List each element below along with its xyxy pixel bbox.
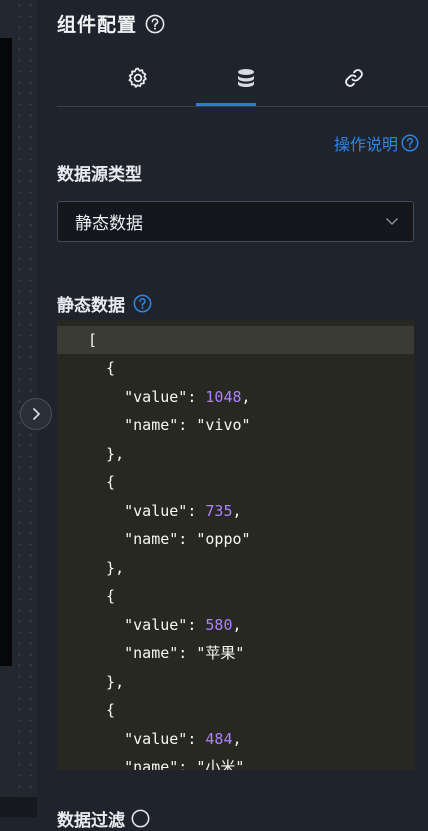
code-text: { xyxy=(88,701,116,719)
code-line: }, xyxy=(57,668,414,696)
config-panel: 组件配置 操作说明 数据源类型 静态数据 静态数据 [{"value": 1… xyxy=(37,0,428,831)
code-line: }, xyxy=(57,554,414,582)
code-text: { xyxy=(88,473,116,491)
help-icon xyxy=(401,134,419,152)
gear-icon xyxy=(128,67,147,88)
data-filter-header: 数据过滤 xyxy=(57,806,150,831)
code-line: "name": "苹果" xyxy=(57,639,414,667)
code-text: "name": "苹果" xyxy=(88,644,245,662)
link-icon xyxy=(345,69,363,87)
code-line: { xyxy=(57,582,414,610)
tab-settings[interactable] xyxy=(108,56,168,100)
code-text: [ xyxy=(88,331,98,349)
datasource-label: 数据源类型 xyxy=(57,165,142,185)
code-line: "name": "vivo" xyxy=(57,411,414,439)
help-link-label: 操作说明 xyxy=(334,135,399,154)
code-text: "name": "小米" xyxy=(88,758,245,770)
code-line: "name": "小米" xyxy=(57,753,414,770)
code-line: "value": 735, xyxy=(57,497,414,525)
help-link[interactable]: 操作说明 xyxy=(334,131,419,155)
code-line: "value": 1048, xyxy=(57,383,414,411)
canvas-footer xyxy=(0,797,37,817)
code-text: { xyxy=(88,359,116,377)
datasource-value: 静态数据 xyxy=(75,214,143,234)
code-text: { xyxy=(88,587,116,605)
panel-header: 组件配置 xyxy=(57,10,165,37)
chevron-right-icon xyxy=(32,407,41,421)
code-line: "value": 484, xyxy=(57,725,414,753)
collapse-panel-button[interactable] xyxy=(20,398,52,430)
config-tabs xyxy=(57,50,428,107)
code-text: "value": 1048, xyxy=(88,388,251,406)
help-icon[interactable] xyxy=(131,809,150,828)
code-text: }, xyxy=(88,559,125,577)
static-data-header: 静态数据 xyxy=(57,291,152,316)
static-data-label: 静态数据 xyxy=(57,296,125,316)
active-tab-indicator xyxy=(196,103,256,106)
database-icon xyxy=(238,69,254,87)
code-text: }, xyxy=(88,445,125,463)
code-text: "value": 484, xyxy=(88,730,242,748)
code-line: "value": 580, xyxy=(57,611,414,639)
code-line: { xyxy=(57,468,414,496)
tab-link[interactable] xyxy=(324,56,384,100)
data-filter-label: 数据过滤 xyxy=(57,811,125,831)
help-icon[interactable] xyxy=(133,294,152,313)
code-line: { xyxy=(57,696,414,724)
code-text: }, xyxy=(88,673,125,691)
code-text: "value": 580, xyxy=(88,616,242,634)
canvas-preview xyxy=(0,38,12,666)
code-line: { xyxy=(57,354,414,382)
code-text: "name": "oppo" xyxy=(88,530,251,548)
code-line: [ xyxy=(57,326,414,354)
datasource-select[interactable]: 静态数据 xyxy=(57,201,414,242)
code-line: }, xyxy=(57,440,414,468)
code-line: "name": "oppo" xyxy=(57,525,414,553)
help-icon[interactable] xyxy=(145,14,165,34)
tab-data[interactable] xyxy=(216,56,276,100)
code-text: "name": "vivo" xyxy=(88,416,251,434)
chevron-down-icon xyxy=(386,218,398,225)
code-text: "value": 735, xyxy=(88,502,242,520)
static-data-editor[interactable]: [ { "value": 1048, "name": "vivo" }, { "… xyxy=(57,320,414,770)
panel-title: 组件配置 xyxy=(57,14,138,36)
